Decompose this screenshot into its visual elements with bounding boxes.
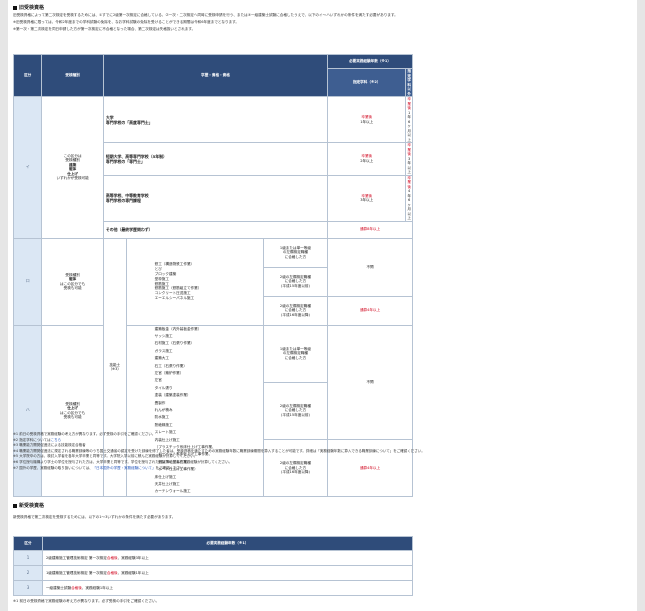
note-line: ※7 国外の学歴、実務経験の取り扱いについては、「日本国外の学歴・実務経験につい… <box>13 465 188 470</box>
header-gakureki: 学歴・資格・資格 <box>102 54 329 97</box>
section-title-new: 新受検資格 <box>13 502 44 509</box>
trade-item: 左官 <box>154 378 162 383</box>
ha-fuyo: 不問 <box>327 324 413 440</box>
ha-q2: 2級の左欄検定職種 に合格した方 (平成15年度以前) <box>262 381 329 440</box>
ro-shubetsu-cell: 受検種別 躯体 はこの区分でも 受検も可能 <box>41 237 104 326</box>
section-title-old: 旧受検資格 <box>13 4 44 11</box>
new-note: ※1 前日の受検資格で実務経験の考え方が異なります。必ず受検の手引をご確認くださ… <box>13 599 160 603</box>
trade-item: 床仕上げ施工 <box>154 474 177 479</box>
school-row-1: 大学 専門学校の「高度専門士」 <box>102 96 329 143</box>
trade-item: 建築板金（内外装板金作業） <box>154 326 202 331</box>
school-row-2: 短期大学、高等専門学校（5年制） 専門学校の「専門士」 <box>102 142 329 176</box>
designated-subject-link[interactable]: こちら <box>51 438 62 442</box>
other-value: 通算8年以上 <box>327 220 413 239</box>
ro-tsusan4: 通算4年以上 <box>327 295 413 326</box>
category-i: イ <box>12 96 43 239</box>
school-row-other: その他（最終学歴問わず） <box>102 220 329 239</box>
new-row-text: 一級建築士試験合格後、実務経験1年以上 <box>41 580 414 596</box>
i-shubetsu-line: いずれかが受検可能 <box>56 176 89 181</box>
trade-item: 天井仕上げ施工 <box>154 482 180 487</box>
new-row-number: 1 <box>13 550 43 566</box>
ro-q1: 1級または単一等級 の左欄検定職種 に合格した方 <box>262 237 329 268</box>
old-intro-2: ※旧受検資格に限っては、令和2年度までの学科試験の免除を、なお学科試験の免除を受… <box>13 20 240 24</box>
new-intro: 新受検資格で第二次検定を受検するためには、以下の1〜3いずれかの条件を満たす必要… <box>13 515 176 519</box>
trade-item: エーエルシーパネル施工 <box>154 295 195 300</box>
school-row-3: 高等学校、中等教育学校 専門学校の専門課程 <box>102 174 329 222</box>
ro-fuyo: 不問 <box>327 237 413 297</box>
new-header-kubun: 区分 <box>13 536 43 551</box>
old-intro-3: ※第一次・第二次検定を同日申請した方が第一次検定に不合格となった場合、第二次検定… <box>13 27 196 31</box>
ha-q1: 1級または単一等級 の左欄検定職種 に合格した方 <box>262 324 329 383</box>
new-qualification-table: 区分 必要実務経験年数（※1） 1 2級建築施工管理技術検定 第一次検定合格後、… <box>13 536 414 596</box>
header-jitsumu: 必要実務経験年数（※1） <box>327 54 413 69</box>
shitei-igai-cell: 卒業後 3年以上 <box>405 142 413 176</box>
shitei-cell: 卒業後 1年以上 <box>327 96 407 143</box>
new-row-number: 3 <box>13 580 43 596</box>
page: 旧受検資格 旧受検資格によって第二次検定を受検するためには、①すでに2級第一次検… <box>8 0 637 611</box>
trade-item: れんが積み <box>154 407 173 412</box>
trade-item: 建築大工 <box>154 356 169 361</box>
trade-item: 防水施工 <box>154 415 169 420</box>
shitei-cell: 卒業後 3年以上 <box>327 174 407 222</box>
trade-item: カーテンウォール施工 <box>154 489 191 494</box>
overseas-experience-link[interactable]: 「日本国外の学歴・実務経験について」 <box>93 466 156 470</box>
trade-item: ガラス施工 <box>154 348 173 353</box>
old-notes: ※1 前日の受検資格で実務経験の考え方が異なります。必ず受検の手引をご確認くださ… <box>13 432 425 471</box>
trade-item: サッシ施工 <box>154 333 173 338</box>
new-header-jitsumu: 必要実務経験年数（※1） <box>41 536 414 551</box>
ro-q3: 2級の左欄検定職種 に合格した方 (平成16年度以降) <box>262 295 329 326</box>
trade-item: 塗装（建築塗装作業） <box>154 393 191 398</box>
ro-shubetsu-line: 受検も可能 <box>63 286 82 290</box>
square-bullet-icon <box>13 503 17 508</box>
ro-trades-cell: 鉄工（構造物鉄工作業） とび ブロック建築 型枠施工 鉄筋施工 鉄筋施工（鉄筋組… <box>125 237 264 326</box>
trade-item: 熱絶縁施工 <box>154 422 173 427</box>
header-shitei-igai: 指定学科以外 <box>405 68 413 97</box>
new-row-number: 2 <box>13 565 43 581</box>
new-row-text: 1級建築施工管理技術検定 第一次検定合格後、実務経験1年以上 <box>41 565 414 581</box>
old-qualification-table: 区分 受検種別 学歴・資格・資格 必要実務経験年数（※1） 指定学科（※2） 指… <box>12 54 413 497</box>
shitei-igai-cell: 卒業後 1年6ヶ月以上 <box>405 96 413 143</box>
trade-item: タイル張り <box>154 385 173 390</box>
i-shubetsu-cell: この区分は 受検種別 建築 躯体 仕上げ いずれかが受検可能 <box>41 96 104 239</box>
ha-shubetsu-line: 受検も可能 <box>63 415 82 420</box>
ro-q2: 2級の左欄検定職種 に合格した方 (平成15年度以前) <box>262 266 329 297</box>
header-shubetsu: 受検種別 <box>41 54 104 97</box>
old-intro-1: 旧受検資格によって第二次検定を受検するためには、①すでに2級第一次検定に合格して… <box>13 13 398 17</box>
header-shitei: 指定学科（※2） <box>327 68 407 97</box>
trade-item: 左官（築炉作業） <box>154 370 184 375</box>
trade-item: 石工（石張り作業） <box>154 363 187 368</box>
square-bullet-icon <box>13 5 17 10</box>
shitei-igai-cell: 卒業後 4年6ヶ月以上 <box>405 174 413 222</box>
header-kubun: 区分 <box>12 54 43 97</box>
new-row-text: 2級建築施工管理技術検定 第一次検定合格後、実務経験3年以上 <box>41 550 414 566</box>
shitei-cell: 卒業後 2年以上 <box>327 142 407 176</box>
trade-item: 石材施工（石張り作業） <box>154 341 195 346</box>
category-ro: ロ <box>12 237 43 326</box>
trade-item: 畳製作 <box>154 400 166 405</box>
